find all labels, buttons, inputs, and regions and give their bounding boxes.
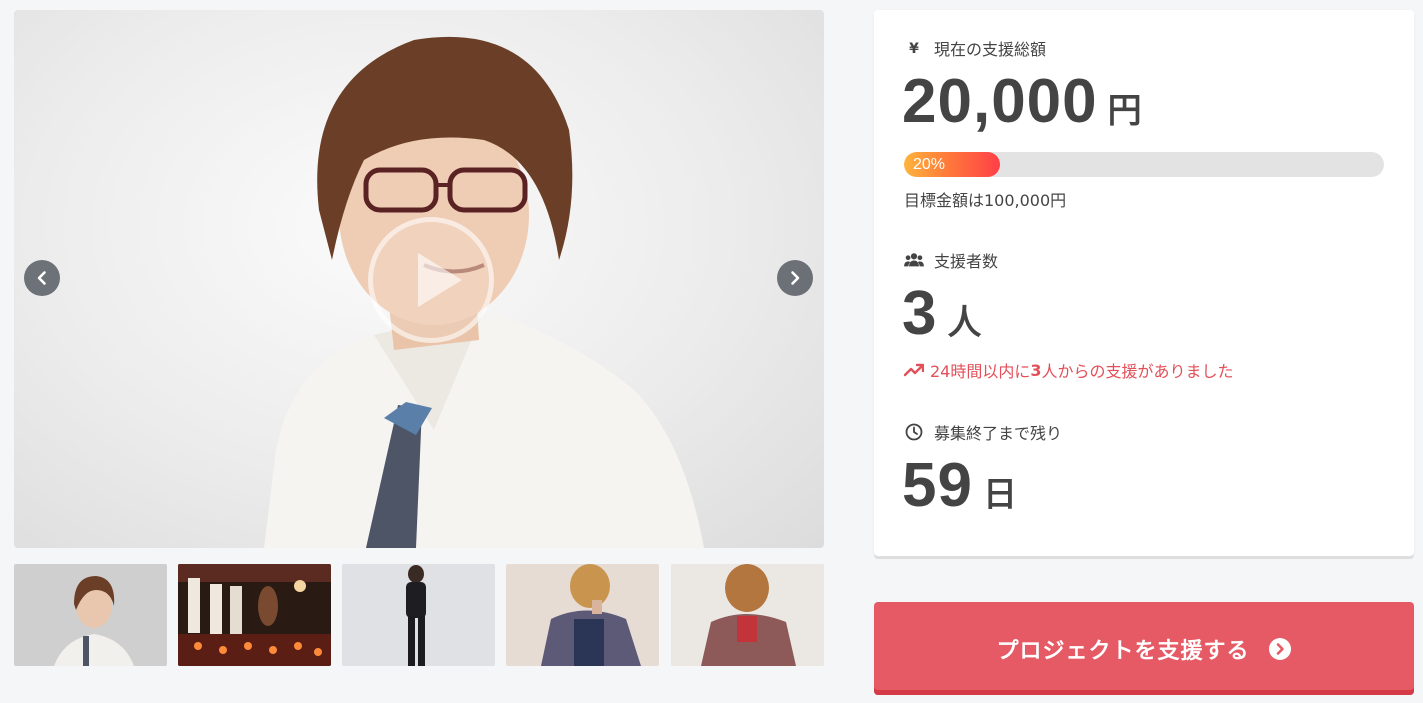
funding-goal-text: 目標金額は100,000円 — [904, 191, 1067, 210]
funding-progress-fill: 20% — [904, 152, 1000, 177]
clock-icon — [904, 422, 924, 442]
chevron-left-icon — [37, 271, 46, 285]
trend-count: 3 — [1030, 360, 1042, 380]
deadline-days-unit: 日 — [982, 475, 1017, 515]
funding-progress-bar: 20% — [904, 152, 1384, 177]
funding-progress-label: 20% — [913, 155, 946, 173]
thumbnail-2[interactable] — [178, 564, 331, 666]
deadline-label: 募集終了まで残り — [904, 420, 1062, 444]
support-project-button[interactable]: プロジェクトを支援する — [874, 602, 1414, 695]
supporters-count: 3 人 — [902, 278, 981, 349]
deadline-days-value: 59 — [902, 451, 973, 520]
arrow-circle-right-icon — [1268, 637, 1292, 661]
supporters-count-unit: 人 — [947, 303, 982, 343]
trend-suffix: 人からの支援がありました — [1041, 362, 1234, 381]
funding-amount-unit: 円 — [1107, 91, 1142, 131]
deadline-label-text: 募集終了まで残り — [934, 424, 1063, 443]
recent-support-notice: 24時間以内に 3 人からの支援がありました — [904, 358, 1234, 382]
thumbnail-4[interactable] — [506, 564, 659, 666]
funding-label-text: 現在の支援総額 — [934, 40, 1047, 59]
supporters-label: 支援者数 — [904, 248, 998, 272]
funding-amount: 20,000 円 — [902, 66, 1142, 137]
funding-stats-card: ¥ 現在の支援総額 20,000 円 20% 目標金額は100,000円 支援者… — [874, 10, 1414, 556]
support-button-label: プロジェクトを支援する — [996, 638, 1250, 664]
supporters-label-text: 支援者数 — [934, 252, 999, 271]
play-video-button[interactable] — [368, 217, 494, 343]
trending-up-icon — [904, 363, 924, 377]
supporters-count-value: 3 — [902, 279, 938, 348]
gallery-prev-button[interactable] — [24, 260, 60, 296]
main-project-image[interactable] — [14, 10, 824, 548]
yen-icon: ¥ — [904, 38, 924, 58]
deadline-days: 59 日 — [902, 450, 1017, 521]
thumbnail-strip — [14, 564, 824, 666]
thumbnail-5[interactable] — [671, 564, 824, 666]
funding-amount-value: 20,000 — [902, 67, 1098, 136]
svg-text:¥: ¥ — [909, 41, 919, 56]
gallery-next-button[interactable] — [777, 260, 813, 296]
trend-prefix: 24時間以内に — [930, 362, 1031, 381]
thumbnail-1[interactable] — [14, 564, 167, 666]
funding-total-label: ¥ 現在の支援総額 — [904, 36, 1046, 60]
thumbnail-3[interactable] — [342, 564, 495, 666]
chevron-right-icon — [791, 271, 800, 285]
users-icon — [904, 250, 924, 270]
